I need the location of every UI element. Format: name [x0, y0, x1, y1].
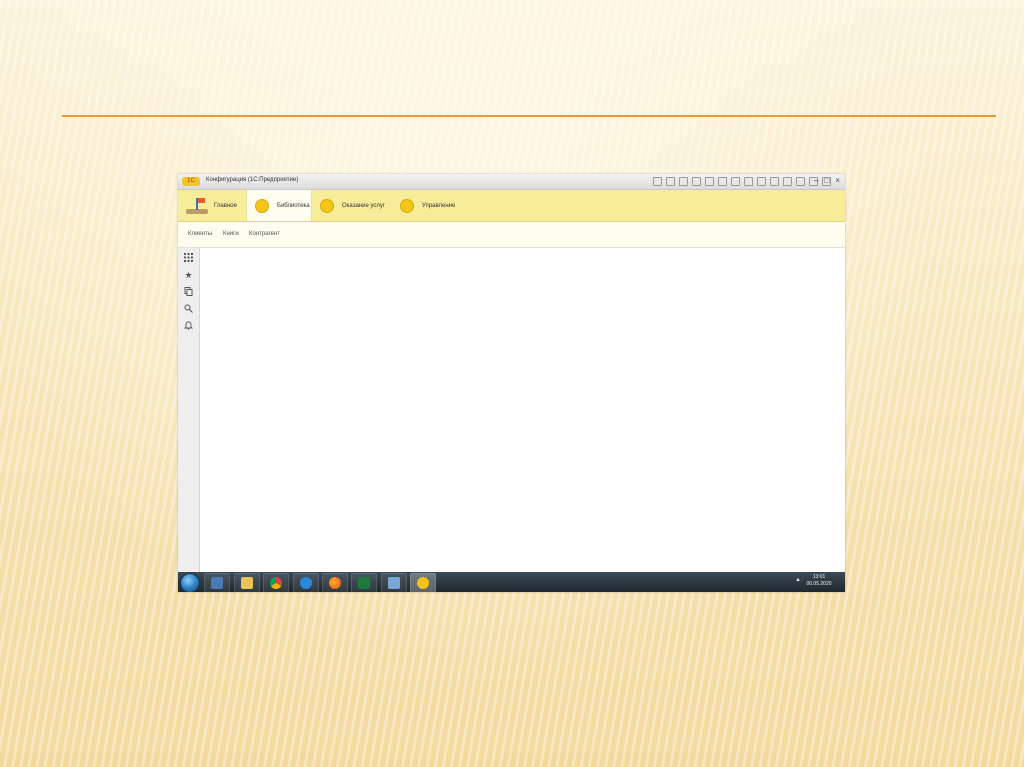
yellow-circle-icon [320, 198, 334, 213]
toolbar-button[interactable] [744, 177, 753, 186]
toolbar-button[interactable] [757, 177, 766, 186]
title-bar: 1С Конфигурация (1С:Предприятие) – □ × [178, 174, 845, 190]
window-title: Конфигурация (1С:Предприятие) [206, 177, 299, 183]
clock-date: 06.05.2020 [806, 581, 832, 587]
section-library[interactable]: Библиотека [246, 190, 312, 221]
section-panel: Главное Библиотека Оказание услуг Управл… [178, 190, 845, 222]
start-button[interactable] [180, 573, 200, 592]
close-icon[interactable]: × [835, 176, 840, 186]
minimize-icon[interactable]: – [814, 176, 818, 186]
toolbar-button[interactable] [705, 177, 714, 186]
toolbar-button[interactable] [718, 177, 727, 186]
clock-time: 13:01 [812, 574, 826, 580]
subsection-bar: Клиенты Книги Контрагент [178, 222, 845, 248]
content-area[interactable] [200, 248, 845, 572]
section-label: Оказание услуг [342, 202, 386, 209]
section-home[interactable]: Главное [186, 190, 246, 221]
title-toolbar [653, 177, 831, 186]
toolbar-button[interactable] [679, 177, 688, 186]
taskbar-clock[interactable]: 13:01 06.05.2020 [799, 574, 839, 588]
toolbar-button[interactable] [770, 177, 779, 186]
app-window: 1С Конфигурация (1С:Предприятие) – □ × Г… [178, 174, 845, 592]
subsection-link-books[interactable]: Книги [223, 231, 239, 237]
maximize-icon[interactable]: □ [824, 176, 829, 186]
1c-icon[interactable] [410, 573, 436, 592]
section-services[interactable]: Оказание услуг [320, 190, 400, 221]
windows-taskbar: ▲ 13:01 06.05.2020 [178, 572, 845, 592]
section-label: Главное [214, 202, 237, 209]
bell-icon[interactable] [183, 321, 194, 332]
section-label: Управление [422, 202, 456, 209]
subsection-link-contractor[interactable]: Контрагент [249, 231, 280, 237]
search-icon[interactable] [183, 304, 194, 315]
history-icon[interactable] [183, 287, 194, 298]
chrome-icon[interactable] [263, 573, 289, 592]
subsection-link-clients[interactable]: Клиенты [188, 231, 212, 237]
home-flag-icon [186, 197, 208, 214]
toolbar-button[interactable] [783, 177, 792, 186]
apps-grid-icon[interactable] [183, 253, 194, 264]
firefox-icon[interactable] [322, 573, 348, 592]
toolbar-button[interactable] [796, 177, 805, 186]
excel-icon[interactable] [351, 573, 377, 592]
explorer-icon[interactable] [204, 573, 230, 592]
yellow-circle-icon [400, 198, 414, 213]
section-management[interactable]: Управление [400, 190, 470, 221]
toolbar-button[interactable] [666, 177, 675, 186]
star-icon[interactable]: ★ [183, 270, 194, 281]
app-logo[interactable]: 1С [182, 177, 200, 186]
section-label: Библиотека [277, 202, 310, 209]
window-controls: – □ × [814, 176, 840, 186]
ie-icon[interactable] [293, 573, 319, 592]
network-icon[interactable] [381, 573, 407, 592]
toolbar-button[interactable] [653, 177, 662, 186]
side-panel: ★ [178, 248, 200, 572]
slide-accent-line [62, 115, 996, 117]
toolbar-button[interactable] [692, 177, 701, 186]
toolbar-button[interactable] [731, 177, 740, 186]
folder-icon[interactable] [234, 573, 260, 592]
yellow-circle-icon [255, 198, 269, 213]
